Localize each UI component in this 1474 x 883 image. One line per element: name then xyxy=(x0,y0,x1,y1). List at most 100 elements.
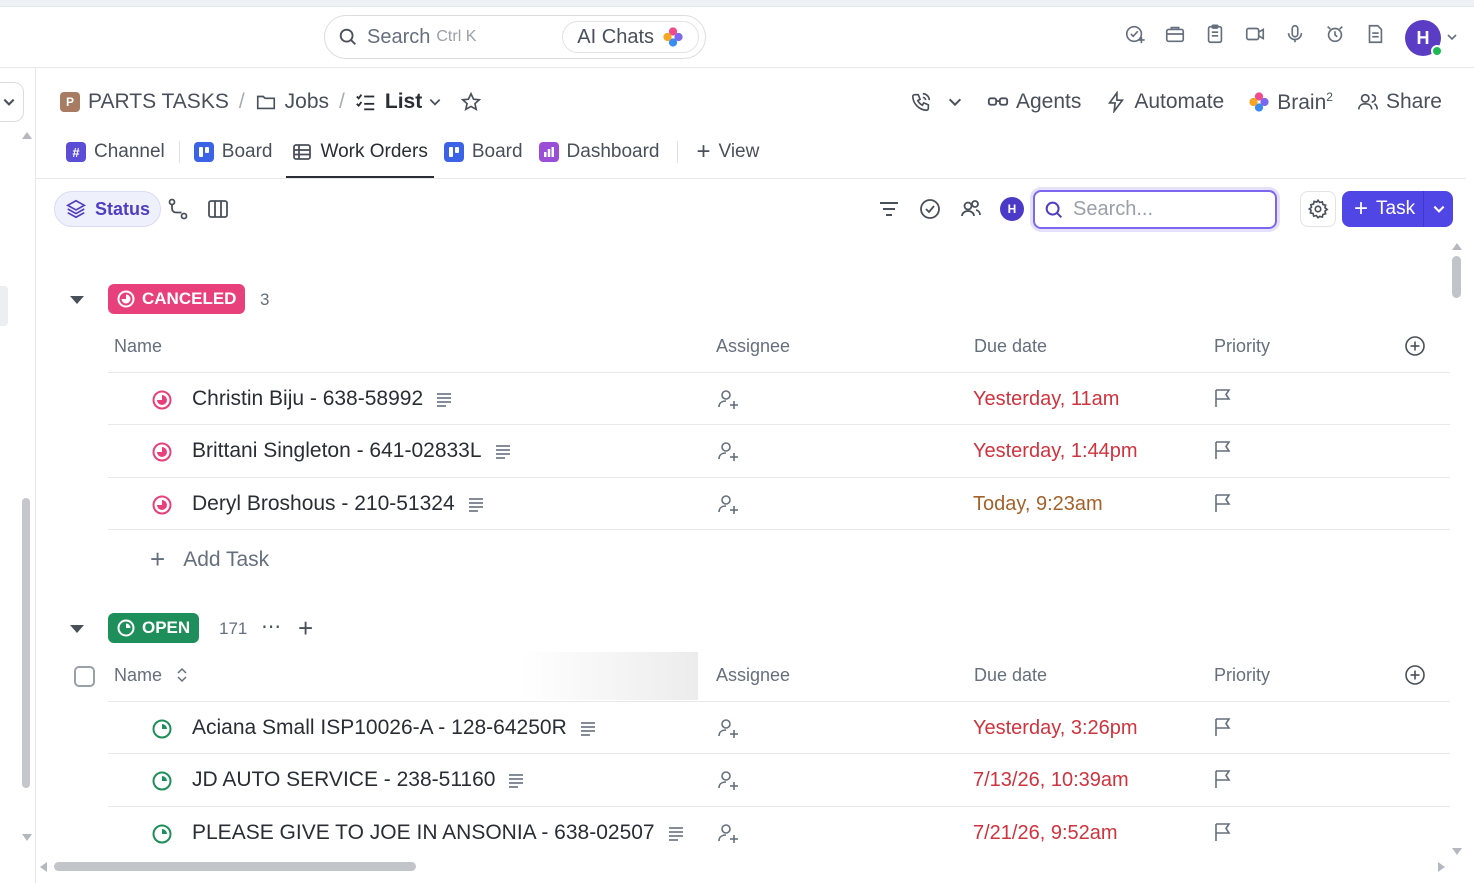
alarm-clock-icon[interactable] xyxy=(1324,23,1346,45)
task-due-date[interactable]: 7/13/26, 10:39am xyxy=(973,769,1129,792)
column-assignee[interactable]: Assignee xyxy=(716,336,790,357)
chevron-down-icon[interactable] xyxy=(428,95,442,109)
filter-icon[interactable] xyxy=(877,197,901,221)
add-assignee-icon[interactable] xyxy=(716,768,740,792)
scroll-down-arrow[interactable] xyxy=(1452,848,1462,855)
me-filter-avatar[interactable]: H xyxy=(1000,197,1024,221)
task-name-text[interactable]: Christin Biju - 638-58992 xyxy=(192,387,423,411)
canceled-status-icon[interactable] xyxy=(151,441,173,463)
microphone-icon[interactable] xyxy=(1284,23,1306,45)
group-collapse-toggle[interactable] xyxy=(70,625,84,633)
agents-button[interactable]: Agents xyxy=(987,90,1081,114)
task-due-date[interactable]: Yesterday, 3:26pm xyxy=(973,717,1138,740)
scroll-right-arrow[interactable] xyxy=(1438,862,1445,872)
table-row[interactable]: Deryl Broshous - 210-51324 Today, 9:23am xyxy=(108,477,1450,529)
open-status-icon[interactable] xyxy=(151,770,173,792)
add-assignee-icon[interactable] xyxy=(716,387,740,411)
add-assignee-icon[interactable] xyxy=(716,716,740,740)
tab-dashboard[interactable]: Dashboard xyxy=(533,136,666,168)
check-circle-icon[interactable] xyxy=(918,197,942,221)
add-assignee-icon[interactable] xyxy=(716,492,740,516)
column-due-date[interactable]: Due date xyxy=(974,665,1047,686)
tab-work-orders[interactable]: Work Orders xyxy=(286,136,435,178)
add-column-icon[interactable] xyxy=(1404,664,1426,686)
assignees-icon[interactable] xyxy=(959,197,983,221)
inline-add-task[interactable]: + Add Task xyxy=(150,544,269,575)
open-status-icon[interactable] xyxy=(151,823,173,845)
column-priority[interactable]: Priority xyxy=(1214,336,1270,357)
subtasks-icon[interactable] xyxy=(166,197,190,221)
task-name[interactable]: JD AUTO SERVICE - 238-51160 xyxy=(192,768,525,792)
clipboard-icon[interactable] xyxy=(1204,23,1226,45)
task-name-text[interactable]: Deryl Broshous - 210-51324 xyxy=(192,492,455,516)
left-scrollbar-thumb[interactable] xyxy=(22,498,30,788)
table-row[interactable]: JD AUTO SERVICE - 238-51160 7/13/26, 10:… xyxy=(108,753,1450,805)
call-button[interactable] xyxy=(910,91,963,113)
task-name[interactable]: PLEASE GIVE TO JOE IN ANSONIA - 638-0250… xyxy=(192,821,685,845)
task-name[interactable]: Deryl Broshous - 210-51324 xyxy=(192,492,485,516)
ai-chats-button[interactable]: AI Chats xyxy=(562,21,699,53)
brain-button[interactable]: Brain2 xyxy=(1248,90,1333,115)
table-row[interactable]: PLEASE GIVE TO JOE IN ANSONIA - 638-0250… xyxy=(108,806,1450,858)
canceled-status-icon[interactable] xyxy=(151,389,173,411)
status-badge-canceled[interactable]: CANCELED xyxy=(108,284,246,314)
open-status-icon[interactable] xyxy=(151,718,173,740)
left-scroll-down-arrow[interactable] xyxy=(22,834,32,841)
tab-channel[interactable]: # Channel xyxy=(60,136,171,168)
task-due-date[interactable]: 7/21/26, 9:52am xyxy=(973,822,1118,845)
column-priority[interactable]: Priority xyxy=(1214,665,1270,686)
scroll-up-arrow[interactable] xyxy=(1452,243,1462,250)
notepad-icon[interactable] xyxy=(1364,23,1386,45)
priority-flag-icon[interactable] xyxy=(1212,439,1234,461)
status-badge-open[interactable]: OPEN xyxy=(108,613,200,643)
table-row[interactable]: Aciana Small ISP10026-A - 128-64250R Yes… xyxy=(108,701,1450,753)
add-column-icon[interactable] xyxy=(1404,335,1426,357)
task-name[interactable]: Christin Biju - 638-58992 xyxy=(192,387,453,411)
automate-button[interactable]: Automate xyxy=(1105,90,1224,114)
tab-board-2[interactable]: Board xyxy=(438,136,529,168)
task-name-text[interactable]: Brittani Singleton - 641-02833L xyxy=(192,439,482,463)
column-name[interactable]: Name xyxy=(114,665,162,686)
task-name-text[interactable]: PLEASE GIVE TO JOE IN ANSONIA - 638-0250… xyxy=(192,821,655,845)
video-icon[interactable] xyxy=(1244,23,1266,45)
add-assignee-icon[interactable] xyxy=(716,821,740,845)
priority-flag-icon[interactable] xyxy=(1212,821,1234,843)
briefcase-icon[interactable] xyxy=(1164,23,1186,45)
star-icon[interactable] xyxy=(460,91,482,113)
expand-sidebar-button[interactable] xyxy=(0,82,24,122)
table-row[interactable]: Christin Biju - 638-58992 Yesterday, 11a… xyxy=(108,372,1450,424)
task-search-box[interactable] xyxy=(1033,190,1277,229)
canceled-status-icon[interactable] xyxy=(151,494,173,516)
priority-flag-icon[interactable] xyxy=(1212,492,1234,514)
breadcrumb-list[interactable]: List xyxy=(385,90,422,114)
sort-icon[interactable] xyxy=(176,667,188,683)
user-avatar[interactable]: H xyxy=(1405,20,1443,57)
task-name-text[interactable]: JD AUTO SERVICE - 238-51160 xyxy=(192,768,495,792)
priority-flag-icon[interactable] xyxy=(1212,716,1234,738)
add-task-main[interactable]: + Task xyxy=(1342,191,1424,227)
task-name-text[interactable]: Aciana Small ISP10026-A - 128-64250R xyxy=(192,716,567,740)
sidebar-handle[interactable] xyxy=(0,286,8,326)
group-add-icon[interactable]: + xyxy=(298,613,313,644)
task-due-date[interactable]: Yesterday, 11am xyxy=(973,388,1119,411)
breadcrumb-folder[interactable]: Jobs xyxy=(285,90,329,114)
tab-board[interactable]: Board xyxy=(188,136,279,168)
share-button[interactable]: Share xyxy=(1357,90,1442,114)
column-due-date[interactable]: Due date xyxy=(974,336,1047,357)
add-assignee-icon[interactable] xyxy=(716,439,740,463)
select-all-checkbox[interactable] xyxy=(74,666,95,687)
scroll-left-arrow[interactable] xyxy=(40,862,47,872)
column-assignee[interactable]: Assignee xyxy=(716,665,790,686)
view-settings-button[interactable] xyxy=(1300,191,1336,227)
global-search[interactable]: Search Ctrl K AI Chats xyxy=(324,15,706,59)
task-name[interactable]: Aciana Small ISP10026-A - 128-64250R xyxy=(192,716,597,740)
group-collapse-toggle[interactable] xyxy=(70,296,84,304)
task-due-date[interactable]: Yesterday, 1:44pm xyxy=(973,440,1138,463)
group-more-icon[interactable]: ⋯ xyxy=(261,614,281,639)
priority-flag-icon[interactable] xyxy=(1212,768,1234,790)
columns-icon[interactable] xyxy=(206,197,230,221)
breadcrumb-space[interactable]: PARTS TASKS xyxy=(88,90,229,114)
column-name[interactable]: Name xyxy=(114,336,162,357)
task-name[interactable]: Brittani Singleton - 641-02833L xyxy=(192,439,512,463)
group-by-status-button[interactable]: Status xyxy=(54,191,162,227)
